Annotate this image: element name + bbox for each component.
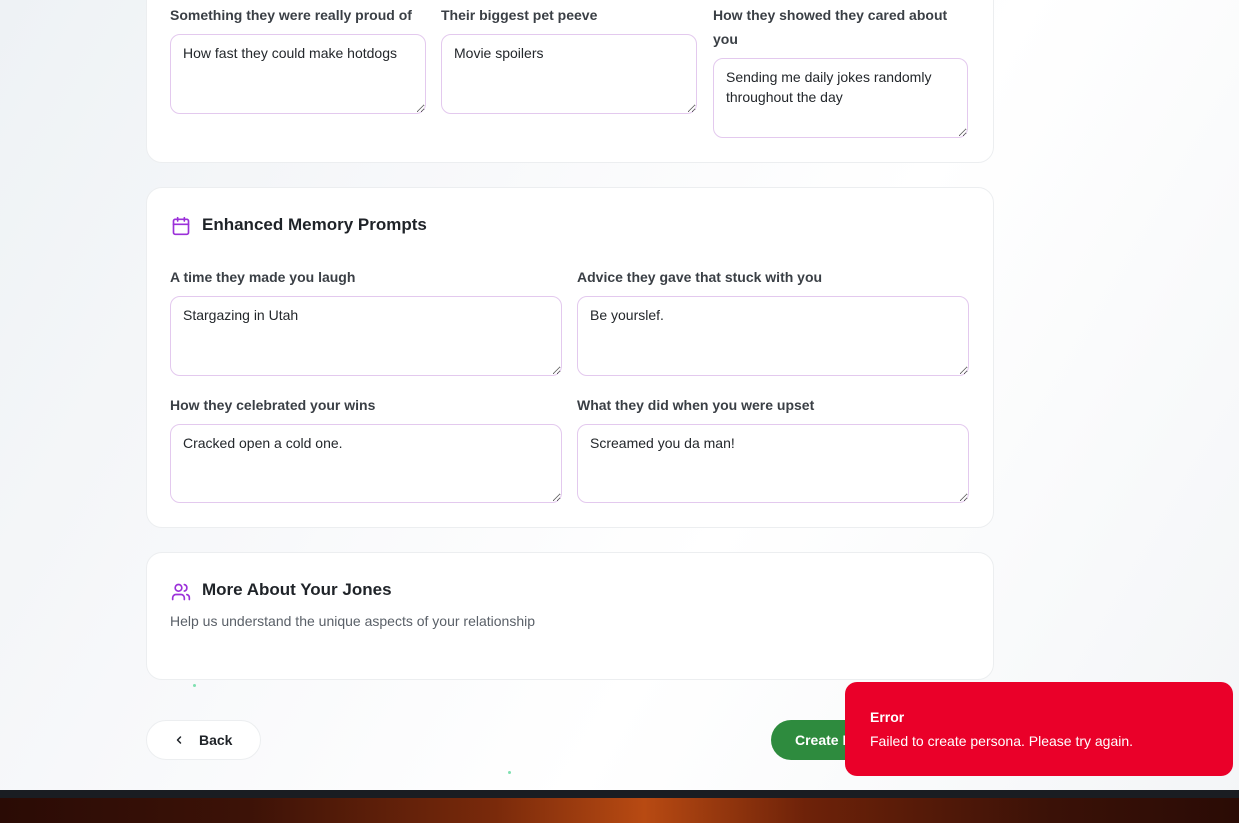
made-laugh-input[interactable]: Stargazing in Utah <box>170 296 562 376</box>
back-button[interactable]: Back <box>146 720 261 760</box>
footer-image-strip <box>0 790 1239 823</box>
section-title-more-about: More About Your Jones <box>202 580 392 599</box>
celebrated-wins-input[interactable]: Cracked open a cold one. <box>170 424 562 503</box>
error-toast: Error Failed to create persona. Please t… <box>845 682 1233 776</box>
showed-care-input[interactable]: Sending me daily jokes randomly througho… <box>713 58 968 138</box>
made-laugh-label: A time they made you laugh <box>170 269 356 285</box>
chevron-left-icon <box>176 736 182 744</box>
toast-message: Failed to create persona. Please try aga… <box>870 733 1134 749</box>
proud-of-input[interactable]: How fast they could make hotdogs <box>170 34 426 114</box>
users-icon <box>171 583 191 601</box>
when-upset-input[interactable]: Screamed you da man! <box>577 424 969 503</box>
advice-label: Advice they gave that stuck with you <box>577 269 823 285</box>
proud-of-label: Something they were really proud of <box>170 7 412 23</box>
pet-peeve-label: Their biggest pet peeve <box>441 7 598 23</box>
advice-input[interactable]: Be yourslef. <box>577 296 969 376</box>
toast-title: Error <box>870 709 905 725</box>
section-title-enhanced-memory: Enhanced Memory Prompts <box>202 215 427 234</box>
celebrated-wins-label: How they celebrated your wins <box>170 397 376 413</box>
decorative-dot <box>193 684 196 687</box>
showed-care-label: How they showed they cared about you <box>713 7 948 47</box>
calendar-icon <box>172 216 190 236</box>
pet-peeve-input[interactable]: Movie spoilers <box>441 34 697 114</box>
decorative-dot <box>508 771 511 774</box>
when-upset-label: What they did when you were upset <box>577 397 815 413</box>
more-about-subtitle: Help us understand the unique aspects of… <box>170 613 536 629</box>
back-button-label: Back <box>199 732 233 748</box>
